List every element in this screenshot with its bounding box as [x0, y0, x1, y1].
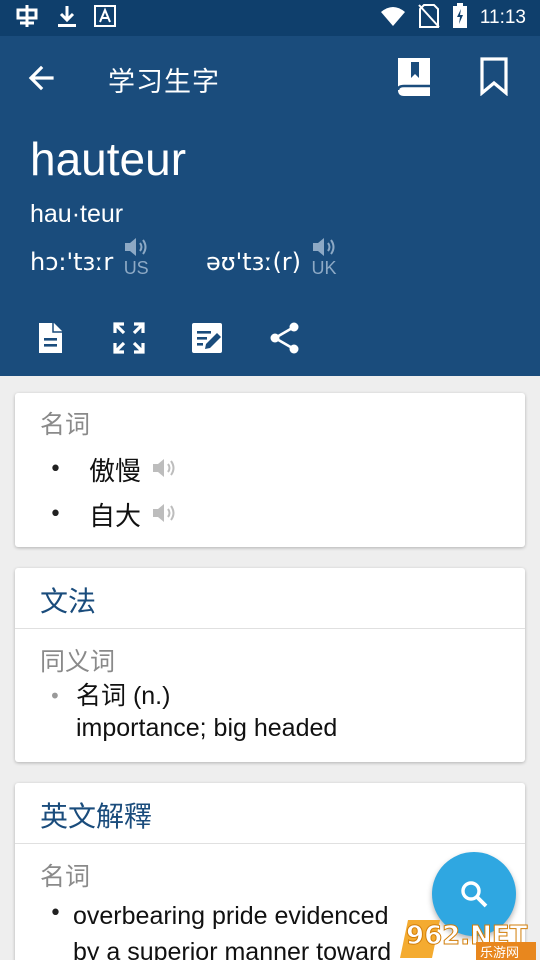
headword: hauteur: [30, 133, 187, 185]
speak-sense-button[interactable]: [151, 457, 177, 483]
search-icon: [461, 881, 488, 908]
fullscreen-icon: [113, 322, 145, 354]
english-definition-title: 英文解釋: [40, 800, 153, 833]
clock: 11:13: [479, 7, 526, 28]
font-app-icon: [94, 5, 116, 31]
download-icon: [56, 4, 78, 32]
app-bar: 学习生字: [0, 36, 540, 120]
bookmark-button[interactable]: [478, 56, 518, 100]
sense-item: • 傲慢: [49, 451, 177, 488]
pronunciation-us: hɔ:'tɜːr US: [30, 236, 149, 279]
speaker-icon: [125, 238, 147, 256]
grammar-title: 文法: [40, 585, 97, 618]
synonym-list: importance; big headed: [76, 714, 338, 742]
play-us-button[interactable]: US: [123, 236, 149, 279]
status-bar: 11:13: [0, 0, 540, 36]
back-arrow-icon: [28, 65, 54, 91]
word-header: 学习生字 hauteur hau·teur hɔ:'tɜːr US əʊ'tɜː…: [0, 36, 540, 376]
bullet: •: [49, 457, 62, 482]
play-uk-button[interactable]: UK: [311, 236, 337, 279]
watermark-logo: 962.NET 乐游网: [400, 906, 540, 960]
speaker-icon: [153, 503, 175, 522]
share-button[interactable]: [265, 318, 305, 358]
edit-note-button[interactable]: [187, 318, 227, 358]
sense-text: 傲慢: [89, 457, 142, 487]
document-button[interactable]: [30, 318, 70, 358]
us-label: US: [123, 258, 149, 278]
synonym-pos: 名词 (n.): [76, 682, 171, 710]
fullscreen-button[interactable]: [109, 318, 149, 358]
edit-note-icon: [192, 323, 222, 353]
app-notification-icon: [14, 3, 40, 33]
wifi-icon: [380, 5, 406, 31]
bullet: •: [49, 684, 61, 708]
battery-charging-icon: [452, 3, 468, 33]
sense-item: • 自大: [49, 496, 177, 533]
bookmark-icon: [480, 57, 508, 97]
uk-label: UK: [311, 258, 337, 278]
app-bar-title: 学习生字: [108, 67, 220, 98]
ipa-us: hɔ:'tɜːr: [30, 248, 114, 276]
divider: [15, 628, 525, 629]
sense-text: 自大: [89, 502, 142, 532]
divider: [15, 843, 525, 844]
syllabification: hau·teur: [30, 200, 124, 228]
share-icon: [270, 322, 299, 354]
no-sim-icon: [418, 4, 440, 32]
bullet: •: [49, 901, 62, 926]
document-icon: [39, 323, 62, 353]
wordbook-button[interactable]: [394, 56, 436, 100]
speaker-icon: [153, 458, 175, 477]
back-button[interactable]: [22, 58, 62, 98]
meanings-card: 名词 • 傲慢 • 自大: [15, 393, 525, 547]
ipa-uk: əʊ'tɜː(r): [206, 248, 302, 276]
entry-toolbar: [0, 314, 540, 360]
speak-sense-button[interactable]: [151, 502, 177, 528]
watermark-subtext: 乐游网: [480, 946, 519, 960]
bullet: •: [49, 502, 62, 527]
part-of-speech: 名词: [40, 862, 91, 891]
speaker-icon: [313, 238, 335, 256]
synonyms-label: 同义词: [40, 647, 116, 676]
part-of-speech: 名词: [40, 410, 91, 439]
grammar-card: 文法 同义词 • 名词 (n.) importance; big headed: [15, 568, 525, 762]
pronunciation-uk: əʊ'tɜː(r) UK: [206, 236, 337, 279]
wordbook-icon: [396, 58, 430, 96]
